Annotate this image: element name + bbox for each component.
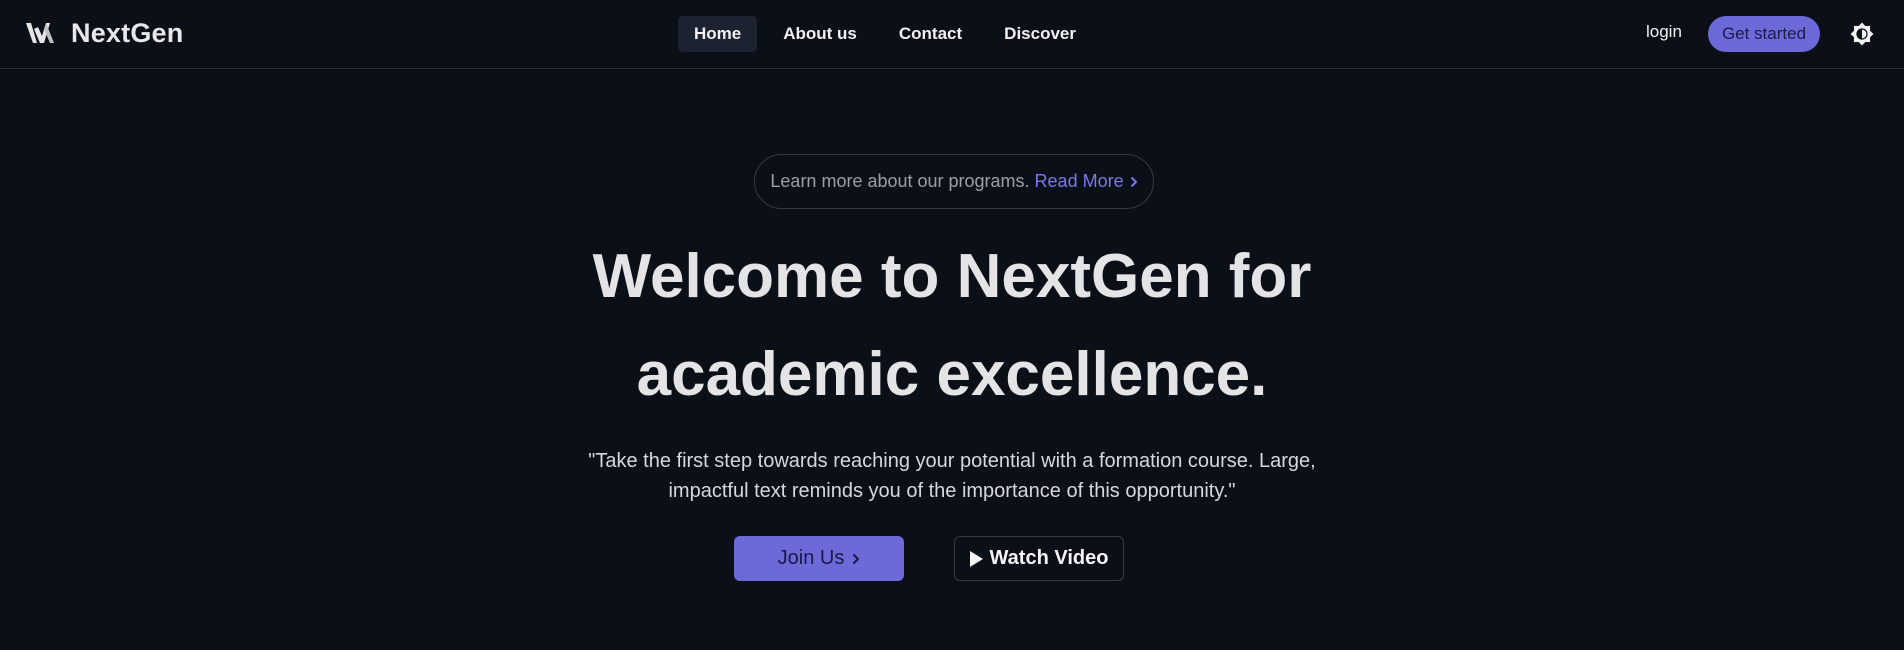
join-us-button[interactable]: Join Us [734,536,904,581]
login-link[interactable]: login [1646,22,1682,42]
watch-video-button[interactable]: Watch Video [954,536,1124,581]
nav-contact[interactable]: Contact [883,16,978,52]
get-started-button[interactable]: Get started [1708,16,1820,52]
theme-toggle-icon[interactable] [1850,22,1874,46]
brand-name: NextGen [71,17,184,48]
join-us-label: Join Us [777,547,845,569]
main-nav: Home About us Contact Discover [678,16,1102,52]
brand[interactable]: NextGen [24,16,183,50]
navbar: NextGen Home About us Contact Discover l… [0,0,1904,69]
chevron-right-icon [1130,176,1138,187]
nav-home[interactable]: Home [678,16,758,52]
nav-about-us[interactable]: About us [767,16,873,52]
nav-discover[interactable]: Discover [988,16,1092,52]
play-icon [969,550,983,567]
chevron-right-icon [853,553,860,564]
announcement-text: Learn more about our programs. [770,171,1030,191]
announcement-pill: Learn more about our programs. Read More [754,154,1154,209]
hero-subtitle: "Take the first step towards reaching yo… [588,450,1316,502]
read-more-label: Read More [1034,171,1124,191]
watch-video-label: Watch Video [989,547,1109,569]
logo-icon [26,23,54,43]
hero-title: Welcome to NextGen for academic excellen… [592,242,1312,409]
read-more-link[interactable]: Read More [1035,171,1138,192]
